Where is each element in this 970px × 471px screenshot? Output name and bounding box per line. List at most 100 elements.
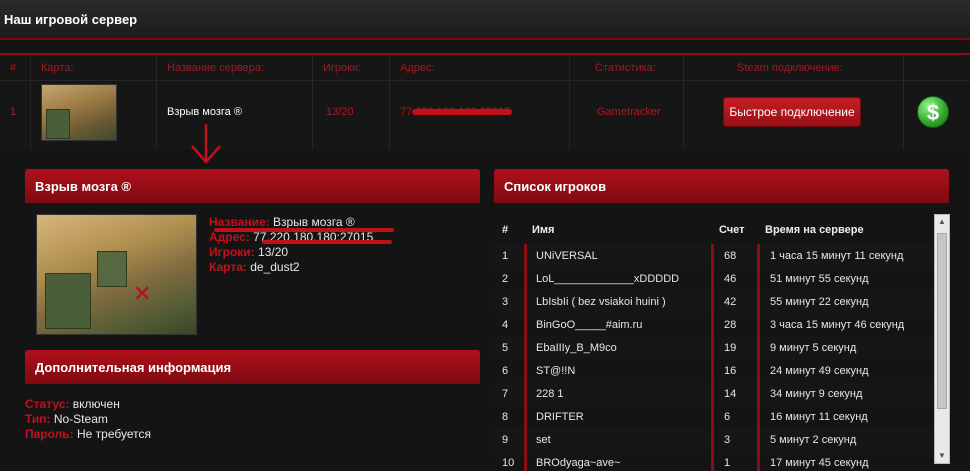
players-table-head: # Имя Счет Время на сервере — [494, 214, 934, 244]
player-num: 10 — [502, 457, 515, 469]
extra-info-header: Дополнительная информация — [25, 350, 480, 384]
col-player-name: Имя — [532, 224, 555, 236]
row-separator — [757, 267, 760, 290]
player-name: set — [536, 434, 551, 446]
server-info-details: Название: Взрыв мозга ® Адрес: 77.220.18… — [209, 215, 373, 275]
donate-dollar-icon[interactable]: $ — [917, 96, 949, 128]
row-separator — [524, 359, 527, 382]
player-time: 17 минут 45 секунд — [770, 457, 869, 469]
player-name: 228 1 — [536, 388, 564, 400]
crate-shape — [46, 109, 70, 139]
player-time: 9 минут 5 секунд — [770, 342, 857, 354]
label-map: Карта: — [209, 260, 247, 274]
row-separator — [711, 290, 714, 313]
label-password: Пароль: — [25, 427, 74, 441]
col-player-time: Время на сервере — [765, 224, 864, 236]
player-time: 16 минут 11 секунд — [770, 411, 868, 423]
col-player-score: Счет — [719, 224, 745, 236]
row-separator — [524, 267, 527, 290]
scroll-thumb[interactable] — [937, 233, 947, 409]
row-separator — [711, 244, 714, 267]
player-name: DRIFTER — [536, 411, 584, 423]
row-separator — [711, 382, 714, 405]
player-score: 19 — [724, 342, 737, 354]
row-separator — [711, 313, 714, 336]
row-separator — [524, 382, 527, 405]
player-num: 4 — [502, 319, 509, 331]
table-row: 3 LbIsbIi ( bez vsiakoi huini ) 42 55 минут… — [494, 290, 934, 313]
table-row: 1 UNiVERSAL 68 1 часа 15 минут 11 секунд — [494, 244, 934, 267]
player-time: 5 минут 2 секунд — [770, 434, 857, 446]
player-name: BinGoO_____#aim.ru — [536, 319, 643, 331]
table-row: 9 set 3 5 минут 2 секунд — [494, 428, 934, 451]
col-player-num: # — [502, 224, 509, 236]
col-map: Карта: — [41, 62, 74, 74]
row-separator — [757, 313, 760, 336]
table-row: 10 BROdyaga~ave~ 1 17 минут 45 секунд — [494, 451, 934, 471]
server-info-header: Взрыв мозга ® — [25, 169, 480, 203]
row-separator — [757, 451, 760, 471]
col-server-name: Название сервера: — [167, 62, 265, 74]
player-score: 28 — [724, 319, 737, 331]
row-separator — [757, 382, 760, 405]
row-separator — [757, 290, 760, 313]
players-scrollbar[interactable]: ▲ ▼ — [934, 214, 950, 464]
scroll-down-icon[interactable]: ▼ — [938, 451, 946, 460]
value-type: No-Steam — [53, 412, 108, 426]
value-players: 13/20 — [258, 245, 289, 259]
row-separator — [524, 244, 527, 267]
row-separator — [524, 290, 527, 313]
player-name: ST@!!N — [536, 365, 576, 377]
redaction-mark — [262, 240, 392, 244]
row-separator — [524, 405, 527, 428]
table-row: 6 ST@!!N 16 24 минут 49 секунд — [494, 359, 934, 382]
player-num: 9 — [502, 434, 509, 446]
gametracker-link[interactable]: Gametracker — [597, 106, 661, 118]
server-table-header: # Карта: Название сервера: Игроки: Адрес… — [0, 55, 970, 81]
label-address: Адрес: — [209, 230, 250, 244]
row-separator — [711, 451, 714, 471]
row-separator — [524, 451, 527, 471]
table-row: 2 LoL_____________xDDDDD 46 51 минут 55 сек… — [494, 267, 934, 290]
player-time: 24 минут 49 секунд — [770, 365, 869, 377]
server-name[interactable]: Взрыв мозга ® — [167, 106, 242, 118]
col-address: Адрес: — [400, 62, 435, 74]
player-score: 42 — [724, 296, 737, 308]
player-score: 1 — [724, 457, 731, 469]
player-score: 6 — [724, 411, 731, 423]
divider — [389, 55, 390, 150]
row-separator — [711, 267, 714, 290]
redaction-mark — [412, 109, 512, 115]
scroll-up-icon[interactable]: ▲ — [938, 217, 946, 226]
table-row: 5 EbaIIIy_B_M9co 19 9 минут 5 секунд — [494, 336, 934, 359]
top-bar: Наш игровой сервер — [0, 0, 970, 40]
players-list-header: Список игроков — [494, 169, 949, 203]
col-steam: Steam подключение: — [737, 62, 843, 74]
player-time: 1 часа 15 минут 11 секунд — [770, 250, 904, 262]
player-time: 34 минут 9 секунд — [770, 388, 863, 400]
player-time: 55 минут 22 секунд — [770, 296, 869, 308]
crate-shape — [97, 251, 127, 287]
label-name: Название: — [209, 215, 270, 229]
player-score: 14 — [724, 388, 737, 400]
row-separator — [524, 428, 527, 451]
row-separator — [711, 336, 714, 359]
row-separator — [757, 428, 760, 451]
player-num: 5 — [502, 342, 509, 354]
quick-connect-button[interactable]: Быстрое подключение — [723, 97, 861, 127]
value-map: de_dust2 — [250, 260, 300, 274]
player-time: 51 минут 55 секунд — [770, 273, 869, 285]
player-name: UNiVERSAL — [536, 250, 598, 262]
player-score: 68 — [724, 250, 737, 262]
table-row: 7 228 1 14 34 минут 9 секунд — [494, 382, 934, 405]
row-separator — [757, 244, 760, 267]
player-num: 6 — [502, 365, 509, 377]
server-row-num: 1 — [10, 106, 17, 118]
player-num: 1 — [502, 250, 509, 262]
divider — [903, 55, 904, 150]
table-row: 4 BinGoO_____#aim.ru 28 3 часа 15 минут 46 … — [494, 313, 934, 336]
row-separator — [757, 359, 760, 382]
crate-shape — [45, 273, 91, 329]
player-num: 8 — [502, 411, 509, 423]
value-name: Взрыв мозга ® — [272, 215, 355, 229]
